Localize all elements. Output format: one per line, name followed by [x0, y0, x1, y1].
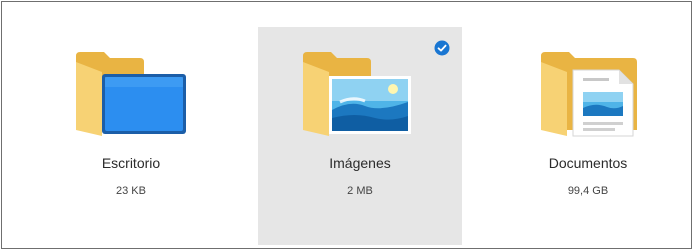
folder-name: Escritorio — [101, 155, 161, 171]
folder-size: 2 MB — [347, 185, 373, 197]
folder-tile-documentos[interactable]: Documentos 99,4 GB — [486, 27, 690, 245]
folder-size: 23 KB — [116, 185, 146, 197]
pictures-folder-icon — [303, 52, 411, 136]
file-explorer-view: Escritorio 23 KB Imágenes 2 MB Documento… — [1, 1, 692, 249]
folder-name: Documentos — [548, 155, 628, 171]
documents-folder-icon — [541, 52, 637, 137]
folder-size: 99,4 GB — [567, 185, 609, 197]
folder-tile-escritorio[interactable]: Escritorio 23 KB — [29, 27, 233, 245]
folder-name: Imágenes — [329, 155, 391, 171]
desktop-folder-icon — [76, 52, 186, 136]
selected-check-icon[interactable] — [434, 40, 450, 56]
folder-tile-imagenes[interactable]: Imágenes 2 MB — [258, 27, 462, 245]
